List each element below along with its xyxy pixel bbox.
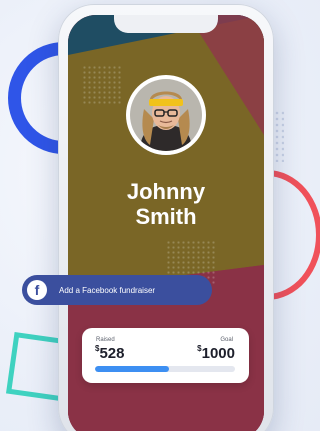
avatar-photo: [130, 79, 202, 151]
promo-stage: Johnny Smith f Add a Facebook fundraiser…: [0, 0, 320, 431]
raised-label: Raised: [96, 337, 115, 343]
progress-bar: [95, 366, 235, 372]
last-name: Smith: [135, 204, 197, 229]
facebook-button-label: Add a Facebook fundraiser: [59, 285, 156, 295]
progress-bar-fill: [95, 366, 169, 372]
avatar: [126, 75, 206, 155]
goal-label: Goal: [220, 337, 233, 343]
phone-notch: [114, 15, 218, 33]
raised-amount: $528: [95, 344, 125, 362]
first-name: Johnny: [126, 179, 206, 204]
profile-name: Johnny Smith: [68, 179, 264, 229]
dot-pattern: [82, 65, 122, 105]
facebook-icon: f: [27, 280, 47, 300]
goal-amount: $1000: [197, 344, 235, 362]
add-facebook-fundraiser-button[interactable]: f Add a Facebook fundraiser: [22, 275, 212, 305]
fundraiser-progress-card: Raised Goal $528 $1000: [82, 328, 249, 383]
